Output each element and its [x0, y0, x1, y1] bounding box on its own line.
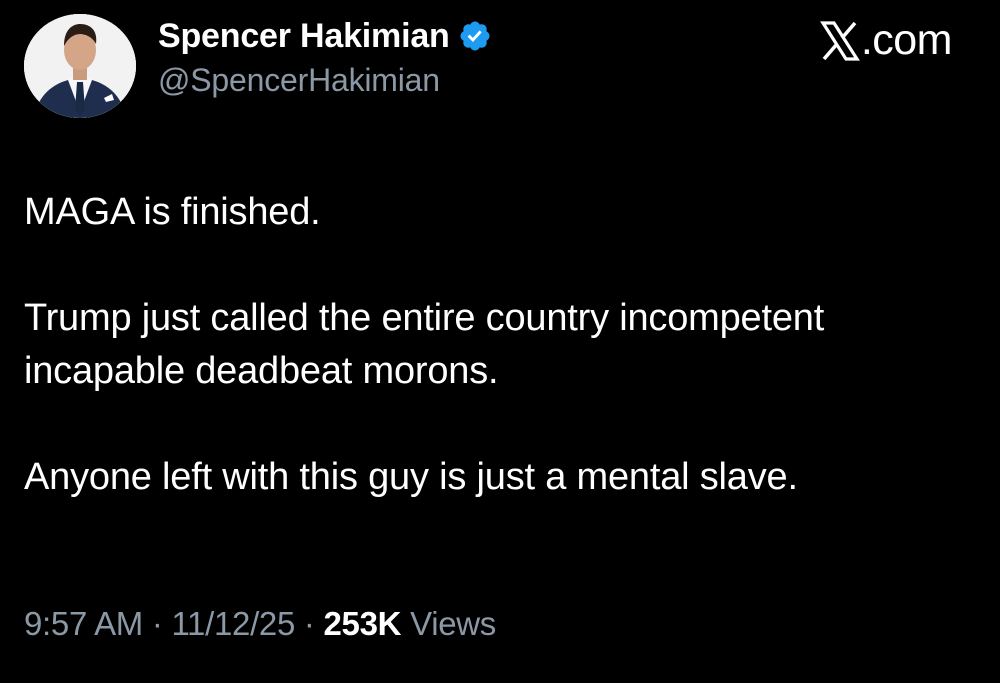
author-header: Spencer Hakimian @SpencerHakimian	[158, 14, 492, 99]
tweet-meta: 9:57 AM · 11/12/25 · 253K Views	[24, 605, 496, 643]
tweet-text: MAGA is finished. Trump just called the …	[24, 186, 984, 504]
views-label: Views	[410, 605, 497, 642]
author-handle[interactable]: @SpencerHakimian	[158, 62, 492, 99]
tweet-time[interactable]: 9:57 AM	[24, 605, 143, 642]
author-display-name[interactable]: Spencer Hakimian	[158, 17, 450, 56]
x-logo-icon	[819, 19, 860, 63]
meta-separator: ·	[151, 605, 163, 642]
tweet-paragraph: Anyone left with this guy is just a ment…	[24, 456, 798, 498]
tweet-paragraph: MAGA is finished.	[24, 191, 321, 233]
tweet-card: Spencer Hakimian @SpencerHakimian .com M…	[0, 0, 1000, 683]
brand-watermark: .com	[819, 16, 953, 65]
brand-domain-label: .com	[860, 16, 953, 64]
meta-separator: ·	[303, 605, 315, 642]
tweet-paragraph: Trump just called the entire country inc…	[24, 297, 825, 392]
name-row: Spencer Hakimian	[158, 14, 492, 58]
tweet-date[interactable]: 11/12/25	[171, 605, 295, 642]
avatar-image	[24, 14, 136, 118]
avatar[interactable]	[24, 14, 136, 118]
views-count[interactable]: 253K	[324, 605, 402, 642]
verified-badge-icon[interactable]	[458, 19, 492, 53]
